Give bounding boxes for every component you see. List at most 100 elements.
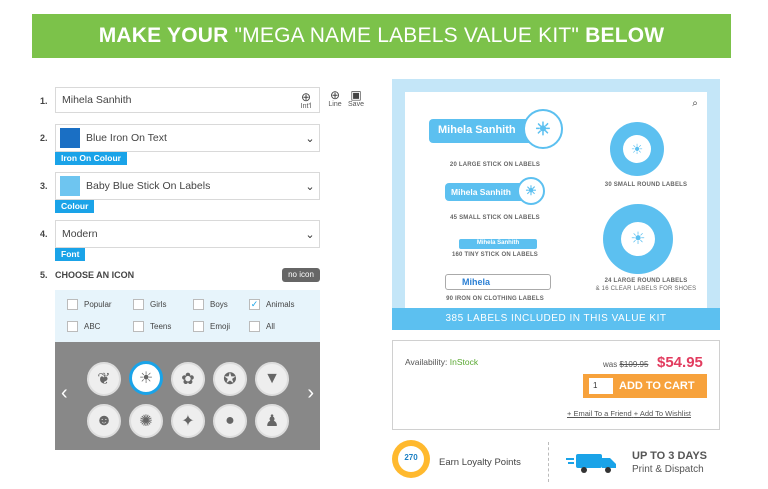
kit-summary: 385 LABELS INCLUDED IN THIS VALUE KIT (392, 308, 720, 330)
category-label: Teens (150, 322, 172, 331)
lion-icon: ☀ (621, 222, 655, 256)
caption-large-round: 24 LARGE ROUND LABELS (604, 278, 688, 284)
lion-icon: ☀ (623, 135, 651, 163)
wishlist-link[interactable]: + Add To Wishlist (634, 409, 691, 418)
caption-small-round: 30 SMALL ROUND LABELS (604, 182, 688, 188)
tiny-label-name: Mihela Sanhith (476, 240, 520, 246)
panda-icon[interactable]: ● (213, 404, 247, 438)
checkbox[interactable] (193, 299, 204, 310)
colour-tag: Colour (55, 200, 95, 213)
small-label-name: Mihela Sanhith (451, 187, 511, 197)
email-friend-link[interactable]: + Email To a Friend (567, 409, 632, 418)
save-button[interactable]: ▣ Save (347, 89, 365, 108)
add-to-cart-button[interactable]: ADD TO CART (619, 374, 695, 398)
category-popular[interactable]: Popular (67, 299, 112, 310)
intl-button[interactable]: ⊕ Int'l (293, 91, 319, 110)
checkbox[interactable] (67, 321, 78, 332)
category-girls[interactable]: Girls (133, 299, 166, 310)
banner-part1: MAKE YOUR (98, 24, 229, 47)
step-2-number: 2. (40, 133, 48, 143)
category-abc[interactable]: ABC (67, 321, 100, 332)
iron-on-colour-value: Blue Iron On Text (86, 132, 167, 144)
quantity-input[interactable]: 1 (589, 378, 613, 394)
lion-icon[interactable]: ☀ (129, 361, 163, 395)
add-line-button[interactable]: ⊕ Line (328, 89, 342, 108)
step-3-number: 3. (40, 181, 48, 191)
plus-circle-icon: ⊕ (329, 88, 341, 102)
step-5-number: 5. (40, 270, 48, 280)
category-label: Animals (266, 300, 295, 309)
cat-icon[interactable]: ☻ (87, 404, 121, 438)
checkbox[interactable] (133, 299, 144, 310)
icon-carousel: ‹ › ❦ ☀ ✿ ✪ ▼ ☻ ✺ ✦ ● ♟ (55, 342, 320, 450)
category-animals[interactable]: ✓ Animals (249, 299, 294, 310)
caption-small-stick: 45 SMALL STICK ON LABELS (450, 215, 540, 221)
banner-part2: "MEGA NAME LABELS VALUE KIT" (228, 24, 586, 47)
choose-icon-heading: CHOOSE AN ICON (55, 270, 135, 280)
caption-tiny-stick: 160 TINY STICK ON LABELS (451, 252, 539, 258)
dispatch-time: UP TO 3 DAYS (632, 450, 707, 462)
category-label: Boys (210, 300, 228, 309)
iron-on-clothing-label: Mihela (445, 274, 551, 290)
zoom-icon[interactable]: ⌕ (687, 96, 703, 112)
name-input-value: Mihela Sanhith (62, 94, 132, 106)
chevron-down-icon: ⌄ (305, 132, 315, 145)
eagle-icon[interactable]: ✦ (171, 404, 205, 438)
category-boys[interactable]: Boys (193, 299, 228, 310)
font-value: Modern (62, 228, 98, 240)
penguin-icon[interactable]: ♟ (255, 404, 289, 438)
category-label: Girls (150, 300, 167, 309)
ladybug-icon[interactable]: ✪ (213, 362, 247, 396)
large-stick-on-label: Mihela Sanhith ☀ (429, 109, 563, 149)
leaf-icon[interactable]: ❦ (87, 362, 121, 396)
category-emoji[interactable]: Emoji (193, 321, 230, 332)
save-label: Save (348, 101, 364, 108)
checkbox[interactable] (67, 299, 78, 310)
purchase-box: Availability: InStock was $109.95 $54.95… (392, 340, 720, 430)
caption-clear-labels: & 16 CLEAR LABELS FOR SHOES (595, 286, 697, 292)
delivery-van-icon (566, 454, 616, 473)
large-round-label: ☀ (603, 204, 673, 274)
fox-icon[interactable]: ▼ (255, 362, 289, 396)
clothing-label-name: Mihela (462, 277, 491, 287)
globe-icon: ⊕ (300, 89, 312, 104)
page-banner: MAKE YOUR "MEGA NAME LABELS VALUE KIT" B… (32, 14, 731, 58)
save-icon: ▣ (350, 88, 362, 102)
category-label: ABC (84, 322, 101, 331)
monkey-icon[interactable]: ✺ (129, 404, 163, 438)
availability-label: Availability: (405, 357, 448, 367)
loyalty-points-value: 270 (398, 446, 424, 472)
was-price-value: $109.95 (619, 360, 649, 369)
iron-on-colour-tag: Iron On Colour (55, 152, 127, 165)
chevron-right-icon[interactable]: › (307, 382, 314, 405)
checkbox[interactable] (193, 321, 204, 332)
category-teens[interactable]: Teens (133, 321, 171, 332)
intl-label: Int'l (300, 102, 312, 110)
no-icon-button[interactable]: no icon (282, 268, 320, 282)
chevron-left-icon[interactable]: ‹ (61, 382, 68, 405)
font-select[interactable]: Modern ⌄ (55, 220, 320, 248)
loyalty-badge-icon: 270 (392, 440, 430, 478)
small-stick-on-label: Mihela Sanhith ☀ (445, 177, 545, 205)
availability-value: InStock (449, 357, 479, 367)
dispatch-info: UP TO 3 DAYS Print & Dispatch (566, 446, 726, 482)
divider (548, 442, 556, 482)
was-label: was (603, 360, 618, 369)
dispatch-label: Print & Dispatch (632, 464, 704, 475)
label-colour-select[interactable]: Baby Blue Stick On Labels ⌄ (55, 172, 320, 200)
bird-icon[interactable]: ✿ (171, 362, 205, 396)
category-all[interactable]: All (249, 321, 275, 332)
chevron-down-icon: ⌄ (305, 228, 315, 241)
checkbox[interactable] (249, 321, 260, 332)
label-colour-value: Baby Blue Stick On Labels (86, 180, 211, 192)
icon-category-filters: Popular Girls Boys ✓ Animals ABC Teens Em… (55, 290, 320, 342)
checkbox-checked[interactable]: ✓ (249, 299, 260, 310)
iron-on-colour-select[interactable]: Blue Iron On Text ⌄ (55, 124, 320, 152)
availability: Availability: InStock (405, 357, 478, 367)
font-tag: Font (55, 248, 86, 261)
chevron-down-icon: ⌄ (305, 180, 315, 193)
name-input[interactable]: Mihela Sanhith ⊕ Int'l (55, 87, 320, 113)
label-colour-swatch (60, 176, 80, 196)
large-label-name: Mihela Sanhith (438, 124, 516, 136)
checkbox[interactable] (133, 321, 144, 332)
